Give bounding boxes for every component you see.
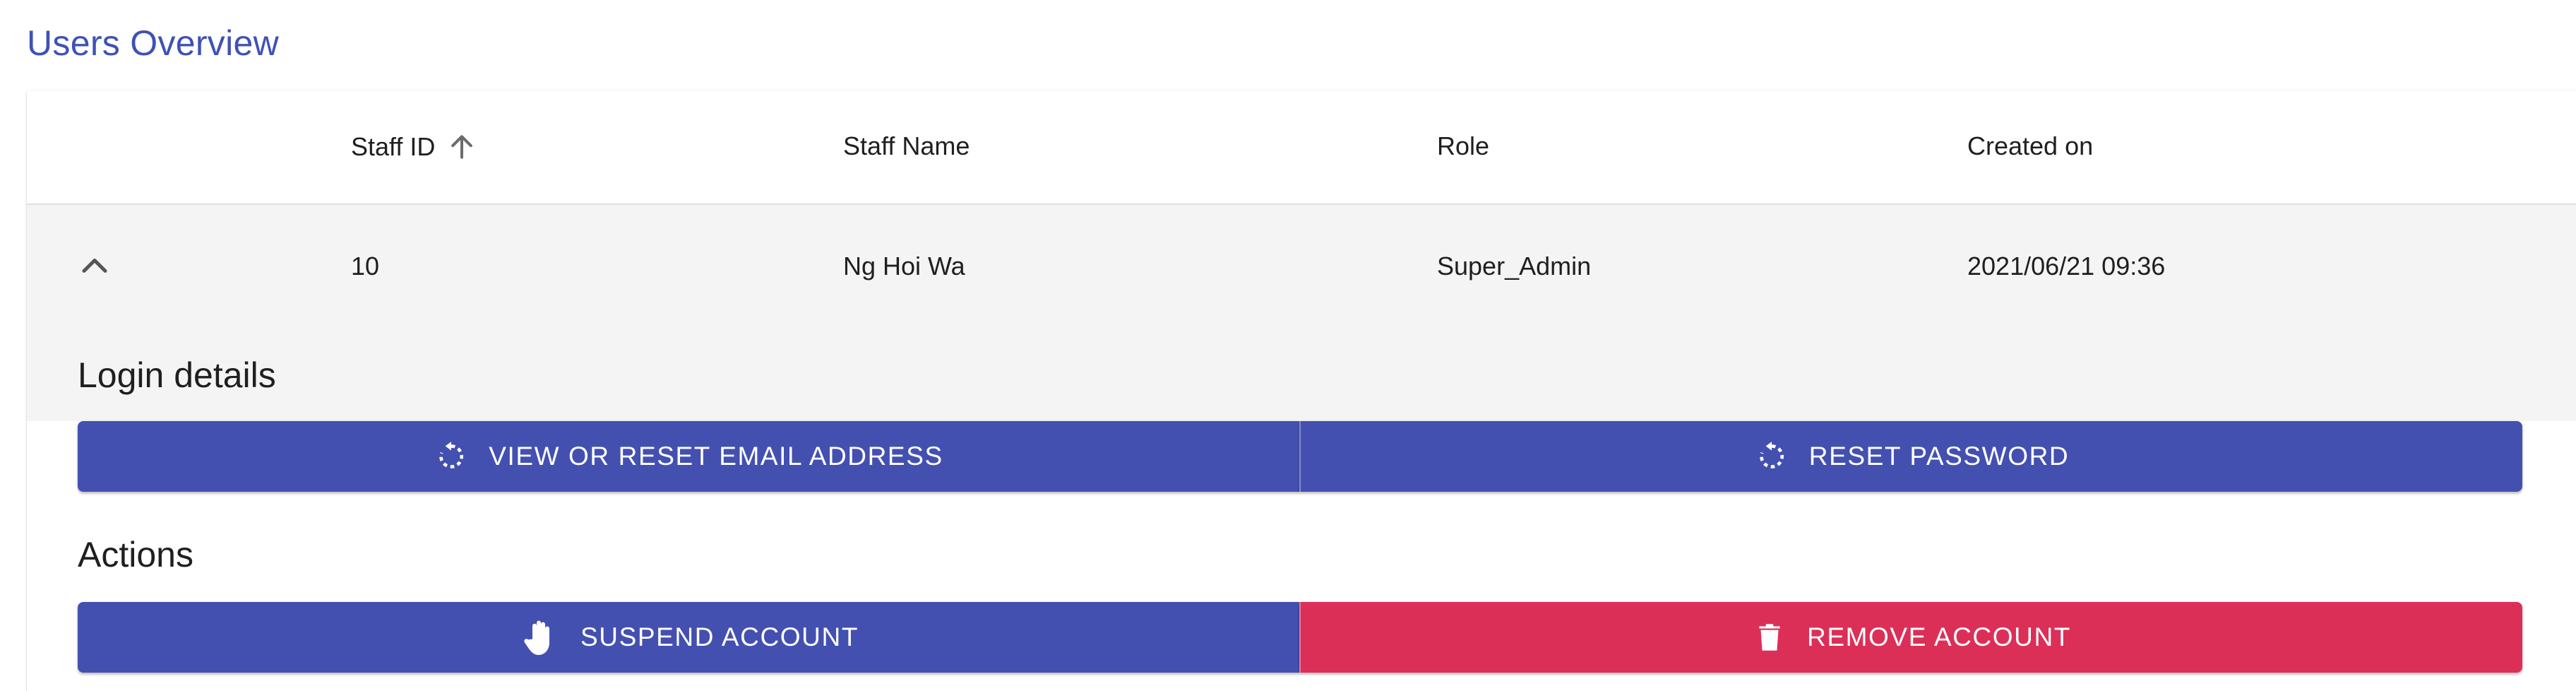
users-table-card: Staff ID Staff Name Role Created on 10 N… [27,90,2576,691]
column-header-label: Staff Name [843,131,970,160]
actions-heading: Actions [78,535,193,574]
column-header-staff-name[interactable]: Staff Name [843,131,970,161]
button-label: SUSPEND ACCOUNT [580,622,859,651]
reset-password-button[interactable]: RESET PASSWORD [1299,421,2522,492]
cell-role: Super_Admin [1437,252,1592,280]
table-row[interactable] [27,205,2576,421]
login-details-heading: Login details [78,355,276,395]
button-label: REMOVE ACCOUNT [1807,622,2071,651]
chevron-up-icon[interactable] [73,244,116,287]
table-header: Staff ID Staff Name Role Created on [27,90,2576,205]
remove-account-button[interactable]: REMOVE ACCOUNT [1299,602,2522,673]
column-header-created-on[interactable]: Created on [1967,131,2093,161]
suspend-account-button[interactable]: SUSPEND ACCOUNT [78,602,1299,673]
restart-icon [1754,439,1789,474]
trash-icon [1752,620,1787,655]
cell-created-on: 2021/06/21 09:36 [1967,252,2166,280]
column-header-role[interactable]: Role [1437,131,1489,161]
column-header-label: Role [1437,131,1490,160]
hand-stop-icon [518,616,561,658]
column-header-label: Created on [1967,131,2094,160]
column-header-label: Staff ID [351,132,436,161]
cell-staff-id: 10 [351,252,380,280]
cell-staff-name: Ng Hoi Wa [843,252,965,280]
restart-icon [434,439,469,474]
arrow-up-icon[interactable] [446,131,477,163]
column-header-staff-id[interactable]: Staff ID [351,131,477,163]
page-title: Users Overview [27,23,280,63]
button-label: VIEW OR RESET EMAIL ADDRESS [489,442,943,471]
view-or-reset-email-button[interactable]: VIEW OR RESET EMAIL ADDRESS [78,421,1299,492]
button-label: RESET PASSWORD [1808,442,2070,471]
